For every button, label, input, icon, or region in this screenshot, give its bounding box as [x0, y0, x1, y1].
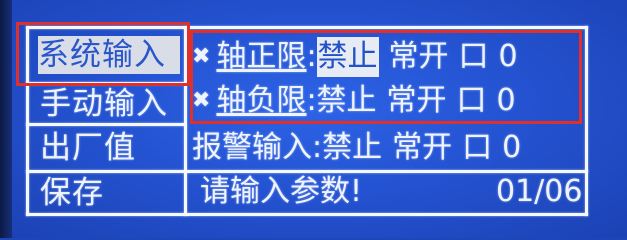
lcd-screen: 系统输入 手动输入 出厂值 保存 ✖ 轴正限:禁止 常开口 0 ✖ 轴负限:禁止 常开口 0… — [0, 0, 627, 238]
menu-item-manual-input[interactable]: 手动输入 — [40, 85, 168, 123]
param-index[interactable]: 0 — [502, 128, 521, 168]
screen-bezel — [0, 0, 12, 238]
grid-line-bottom — [26, 213, 588, 216]
page-indicator: 01/06 — [496, 174, 583, 209]
grid-line-menu-2 — [26, 123, 186, 126]
param-separator: : — [312, 130, 323, 165]
param-name: 报警输入 — [192, 130, 312, 165]
param-row-alarm-input[interactable]: 报警输入:禁止 常开口 0 — [192, 128, 521, 168]
menu-item-factory-default[interactable]: 出厂值 — [40, 129, 136, 167]
status-prompt: 请输入参数! — [200, 174, 363, 209]
param-mode[interactable]: 常开 — [392, 128, 452, 168]
param-value[interactable]: 禁止 — [322, 128, 382, 168]
grid-line-right — [585, 26, 588, 216]
annotation-box-menu — [16, 22, 190, 86]
param-port: 口 — [462, 130, 493, 165]
annotation-box-limits — [190, 30, 582, 124]
menu-item-save[interactable]: 保存 — [40, 174, 104, 212]
